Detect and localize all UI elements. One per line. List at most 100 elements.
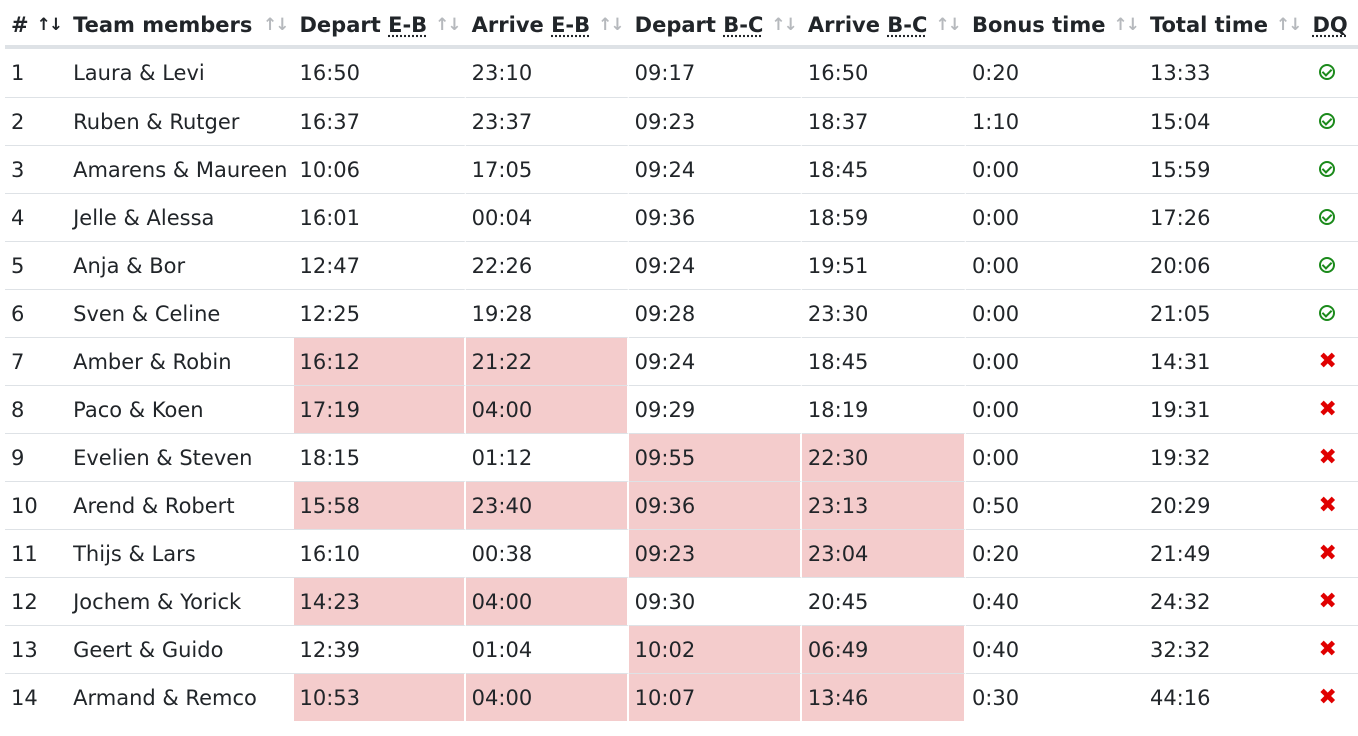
table-body: 1Laura & Levi16:5023:1009:1716:500:2013:…: [5, 49, 1358, 721]
rank-cell: 4: [5, 193, 67, 241]
arrive-bc-cell: 19:51: [802, 241, 966, 289]
arrive-bc-cell: 18:45: [802, 145, 966, 193]
col-arrive-eb-header-abbr: E-B: [551, 13, 590, 37]
arrive-bc-cell: 23:30: [802, 289, 966, 337]
arrive-eb-cell: 23:37: [466, 97, 629, 145]
table-row: 9Evelien & Steven18:1501:1209:5522:300:0…: [5, 433, 1358, 481]
rank-cell: 2: [5, 97, 67, 145]
depart-eb-cell: 16:12: [294, 337, 466, 385]
team-cell: Jelle & Alessa: [67, 193, 293, 241]
rank-cell: 11: [5, 529, 67, 577]
table-row: 2Ruben & Rutger16:3723:3709:2318:371:101…: [5, 97, 1358, 145]
total-cell: 24:32: [1144, 577, 1307, 625]
col-total-header[interactable]: Total time↑↓: [1144, 5, 1307, 49]
sort-arrows-icon[interactable]: ↑↓: [598, 15, 623, 35]
table-row: 7Amber & Robin16:1221:2209:2418:450:0014…: [5, 337, 1358, 385]
check-circle-icon: [1319, 113, 1335, 129]
sort-arrows-icon[interactable]: ↑↓: [37, 15, 62, 35]
check-circle-icon: [1319, 305, 1335, 321]
arrive-eb-cell: 04:00: [466, 385, 629, 433]
sort-arrows-icon[interactable]: ↑↓: [435, 15, 460, 35]
col-depart-eb-header[interactable]: Depart E-B ↑↓: [294, 5, 466, 49]
total-cell: 13:33: [1144, 49, 1307, 97]
rank-cell: 6: [5, 289, 67, 337]
col-rank-header[interactable]: # ↑↓: [5, 5, 67, 49]
col-depart-eb-header-label: Depart E-B: [300, 13, 428, 37]
depart-bc-cell: 09:23: [629, 529, 802, 577]
results-table: #↑↓Team members↑↓Depart E-B↑↓Arrive E-B↑…: [5, 5, 1358, 721]
col-arrive-bc-header[interactable]: Arrive B-C↑↓: [802, 5, 966, 49]
depart-eb-cell: 16:37: [294, 97, 466, 145]
col-dq-header[interactable]: DQ↑↓: [1307, 5, 1358, 49]
sort-arrows-icon[interactable]: ↑↓: [1113, 15, 1138, 35]
depart-bc-cell: 09:28: [629, 289, 802, 337]
team-cell: Jochem & Yorick: [67, 577, 293, 625]
rank-cell: 3: [5, 145, 67, 193]
rank-cell: 1: [5, 49, 67, 97]
total-cell: 14:31: [1144, 337, 1307, 385]
total-cell: 19:31: [1144, 385, 1307, 433]
table-row: 10Arend & Robert15:5823:4009:3623:130:50…: [5, 481, 1358, 529]
depart-eb-cell: 10:06: [294, 145, 466, 193]
sort-arrows-icon[interactable]: ↑↓: [935, 15, 960, 35]
bonus-cell: 0:00: [966, 145, 1144, 193]
arrive-bc-cell: 16:50: [802, 49, 966, 97]
check-circle-icon: [1319, 209, 1335, 225]
col-team-header[interactable]: Team members↑↓: [67, 5, 293, 49]
dq-cell: ✖: [1307, 673, 1358, 721]
bonus-cell: 0:00: [966, 337, 1144, 385]
sort-arrows-icon[interactable]: ↑↓: [771, 15, 796, 35]
arrive-eb-cell: 01:04: [466, 625, 629, 673]
arrive-bc-cell: 18:37: [802, 97, 966, 145]
bonus-cell: 0:00: [966, 193, 1144, 241]
col-arrive-eb-header[interactable]: Arrive E-B ↑↓: [466, 5, 629, 49]
arrive-eb-cell: 17:05: [466, 145, 629, 193]
depart-bc-cell: 09:36: [629, 193, 802, 241]
arrive-eb-cell: 04:00: [466, 673, 629, 721]
bonus-cell: 0:00: [966, 385, 1144, 433]
depart-eb-cell: 14:23: [294, 577, 466, 625]
col-rank-header-label: #: [11, 13, 29, 37]
dq-cell: [1307, 97, 1358, 145]
arrive-eb-cell: 19:28: [466, 289, 629, 337]
team-cell: Evelien & Steven: [67, 433, 293, 481]
table-row: 4Jelle & Alessa16:0100:0409:3618:590:001…: [5, 193, 1358, 241]
depart-bc-cell: 09:55: [629, 433, 802, 481]
depart-bc-cell: 09:29: [629, 385, 802, 433]
bonus-cell: 1:10: [966, 97, 1144, 145]
col-arrive-bc-header-prefix: Arrive: [808, 13, 887, 37]
header-row: #↑↓Team members↑↓Depart E-B↑↓Arrive E-B↑…: [5, 5, 1358, 49]
depart-eb-cell: 16:50: [294, 49, 466, 97]
arrive-bc-cell: 20:45: [802, 577, 966, 625]
total-cell: 20:06: [1144, 241, 1307, 289]
arrive-bc-cell: 23:13: [802, 481, 966, 529]
arrive-eb-cell: 21:22: [466, 337, 629, 385]
sort-arrows-icon[interactable]: ↑↓: [263, 15, 288, 35]
col-depart-eb-header-prefix: Depart: [300, 13, 389, 37]
depart-eb-cell: 17:19: [294, 385, 466, 433]
table-row: 14Armand & Remco10:5304:0010:0713:460:30…: [5, 673, 1358, 721]
depart-bc-cell: 09:17: [629, 49, 802, 97]
col-arrive-eb-header-prefix: Arrive: [472, 13, 551, 37]
arrive-bc-cell: 23:04: [802, 529, 966, 577]
dq-cell: ✖: [1307, 433, 1358, 481]
dq-cell: [1307, 289, 1358, 337]
rank-cell: 12: [5, 577, 67, 625]
depart-eb-cell: 16:10: [294, 529, 466, 577]
arrive-eb-cell: 04:00: [466, 577, 629, 625]
sort-arrows-icon[interactable]: ↑↓: [1276, 15, 1301, 35]
dq-cell: ✖: [1307, 337, 1358, 385]
bonus-cell: 0:40: [966, 577, 1144, 625]
bonus-cell: 0:50: [966, 481, 1144, 529]
team-cell: Paco & Koen: [67, 385, 293, 433]
cross-icon: ✖: [1319, 397, 1337, 422]
col-depart-bc-header[interactable]: Depart B-C ↑↓: [629, 5, 802, 49]
col-depart-bc-header-label: Depart B-C: [635, 13, 764, 37]
check-circle-icon: [1319, 64, 1335, 80]
col-bonus-header[interactable]: Bonus time↑↓: [966, 5, 1144, 49]
rank-cell: 5: [5, 241, 67, 289]
dq-cell: ✖: [1307, 529, 1358, 577]
depart-bc-cell: 09:30: [629, 577, 802, 625]
bonus-cell: 0:00: [966, 433, 1144, 481]
arrive-bc-cell: 06:49: [802, 625, 966, 673]
